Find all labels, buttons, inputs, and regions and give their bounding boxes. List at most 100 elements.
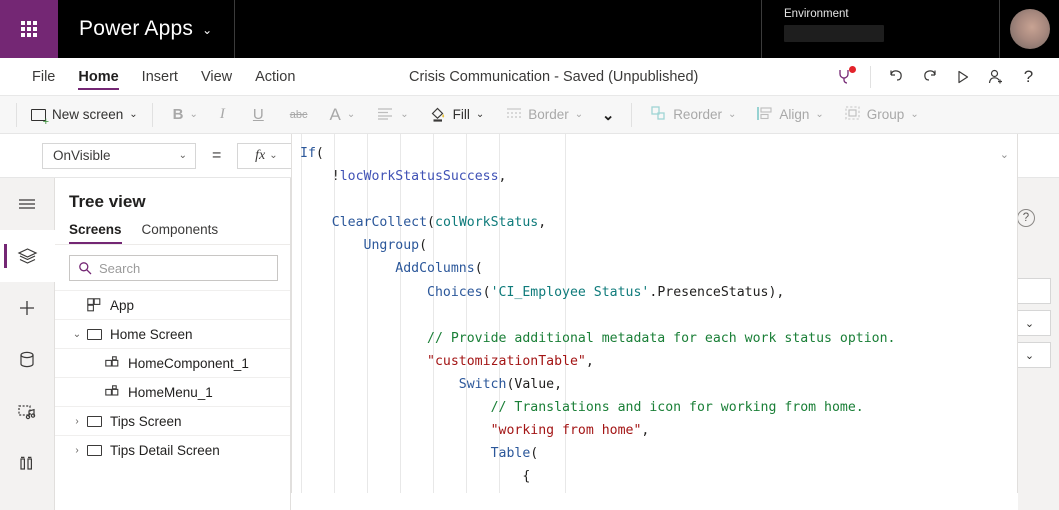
align-objects-button[interactable]: Align ⌄ — [744, 100, 831, 130]
chevron-down-icon[interactable]: ⌄ — [910, 109, 918, 120]
new-screen-button[interactable]: New screen ⌄ — [23, 100, 146, 130]
tab-screens[interactable]: Screens — [69, 222, 122, 244]
tree-node-label: HomeComponent_1 — [128, 355, 249, 371]
top-header-bar: Power Apps ⌄ Environment — [0, 0, 1059, 58]
tree-node-app[interactable]: App — [55, 290, 290, 319]
chevron-down-icon[interactable]: ⌄ — [815, 109, 823, 120]
search-area: Search — [55, 245, 290, 290]
new-screen-label: New screen — [52, 107, 124, 122]
formula-token: ( — [419, 238, 428, 254]
reorder-button[interactable]: Reorder ⌄ — [638, 100, 744, 130]
app-launcher-button[interactable] — [0, 0, 58, 58]
menu-item-action[interactable]: Action — [255, 58, 295, 96]
chevron-down-icon[interactable]: ⌄ — [728, 109, 736, 120]
group-button[interactable]: Group ⌄ — [832, 100, 927, 130]
bold-button[interactable]: B ⌄ — [159, 100, 206, 130]
preview-icon[interactable] — [946, 60, 979, 93]
help-icon[interactable]: ? — [1012, 60, 1045, 93]
group-label: Group — [866, 107, 905, 122]
waffle-icon — [21, 21, 37, 37]
variables-icon[interactable] — [0, 438, 55, 490]
formula-code[interactable]: If( !locWorkStatusSuccess, ClearCollect(… — [292, 134, 1017, 493]
tree-view-icon[interactable] — [0, 230, 55, 282]
reorder-label: Reorder — [673, 107, 722, 122]
media-icon[interactable] — [0, 386, 55, 438]
chevron-down-icon[interactable]: ⌄ — [476, 109, 484, 120]
fx-dropdown[interactable]: fx ⌄ — [237, 142, 296, 169]
chevron-down-icon[interactable]: ⌄ — [347, 109, 355, 120]
formula-line: Ungroup( — [292, 234, 1017, 257]
environment-selector[interactable]: Environment — [762, 0, 1000, 58]
menu-item-insert[interactable]: Insert — [142, 58, 178, 96]
divider — [16, 102, 17, 127]
topbar-spacer — [235, 0, 762, 58]
strikethrough-label: abc — [289, 108, 308, 121]
undo-icon[interactable] — [880, 60, 913, 93]
screen-icon — [85, 415, 103, 427]
menu-item-view[interactable]: View — [201, 58, 232, 96]
reorder-icon — [650, 105, 667, 124]
formula-token: ( — [474, 261, 483, 277]
menu-hamburger-icon[interactable] — [0, 178, 55, 230]
formula-line: // Translations and icon for working fro… — [292, 396, 1017, 419]
underline-label: U — [252, 106, 264, 123]
menu-item-file[interactable]: File — [32, 58, 55, 96]
tree-node-tips-detail-screen[interactable]: › Tips Detail Screen — [55, 435, 290, 464]
app-checker-icon[interactable] — [828, 60, 861, 93]
formula-token: AddColumns — [395, 261, 475, 277]
chevron-down-icon[interactable]: ⌄ — [269, 150, 277, 161]
tree-node-homemenu-1[interactable]: HomeMenu_1 — [55, 377, 290, 406]
search-input[interactable]: Search — [69, 255, 278, 281]
menu-item-home[interactable]: Home — [78, 58, 119, 96]
redo-icon[interactable] — [913, 60, 946, 93]
chevron-down-icon[interactable]: ⌄ — [129, 109, 137, 120]
chevron-down-icon[interactable]: ⌄ — [202, 24, 212, 36]
formula-token: ( — [315, 146, 324, 161]
tab-components[interactable]: Components — [142, 222, 219, 244]
formula-editor[interactable]: ⌄ If( !locWorkStatusSuccess, ClearCollec… — [291, 134, 1018, 494]
chevron-right-icon[interactable]: › — [69, 445, 85, 456]
group-icon — [844, 105, 861, 124]
tree-node-home-screen[interactable]: ⌄ Home Screen — [55, 319, 290, 348]
formula-line: If( — [292, 142, 1017, 165]
component-icon — [103, 385, 121, 399]
help-icon[interactable]: ? — [1017, 209, 1035, 227]
avatar — [1009, 9, 1050, 49]
tree-node-label: Tips Detail Screen — [110, 442, 220, 458]
divider — [631, 102, 633, 127]
brand-area[interactable]: Power Apps ⌄ — [58, 0, 236, 58]
chevron-down-icon[interactable]: ⌄ — [190, 109, 198, 120]
ribbon-expand-chevron-icon[interactable]: ⌄ — [591, 100, 625, 130]
formula-token: ( — [482, 284, 491, 300]
strikethrough-button[interactable]: abc — [278, 100, 320, 130]
account-button[interactable] — [1000, 0, 1059, 58]
font-color-button[interactable]: A ⌄ — [320, 100, 364, 130]
formula-token: .PresenceStatus), — [649, 284, 785, 300]
layers-glyph — [17, 247, 37, 264]
property-dropdown[interactable]: OnVisible ⌄ — [42, 142, 196, 169]
formula-line — [292, 188, 1017, 211]
fill-button[interactable]: Fill ⌄ — [417, 100, 493, 130]
menu-bar: File Home Insert View Action Crisis Comm… — [0, 58, 1059, 96]
formula-token: , — [538, 215, 547, 231]
formula-token: colWorkStatus — [435, 215, 539, 231]
italic-button[interactable]: I — [206, 100, 239, 130]
environment-value[interactable] — [784, 25, 884, 42]
underline-button[interactable]: U — [239, 100, 278, 130]
border-button[interactable]: Border ⌄ — [492, 100, 591, 130]
share-icon[interactable] — [979, 60, 1012, 93]
insert-icon[interactable] — [0, 282, 55, 334]
tree-node-homecomponent-1[interactable]: HomeComponent_1 — [55, 348, 290, 377]
chevron-down-icon[interactable]: ⌄ — [69, 329, 85, 340]
data-icon[interactable] — [0, 334, 55, 386]
formula-line: { — [292, 465, 1017, 488]
chevron-down-icon[interactable]: ⌄ — [179, 150, 187, 161]
chevron-right-icon[interactable]: › — [69, 416, 85, 427]
align-button[interactable]: ⌄ — [363, 100, 416, 130]
align-icon — [377, 107, 394, 123]
tree-node-label: App — [110, 297, 135, 313]
formula-token: ( — [530, 446, 539, 462]
tree-node-tips-screen[interactable]: › Tips Screen — [55, 406, 290, 435]
chevron-down-icon[interactable]: ⌄ — [400, 109, 408, 120]
chevron-down-icon[interactable]: ⌄ — [575, 109, 583, 120]
